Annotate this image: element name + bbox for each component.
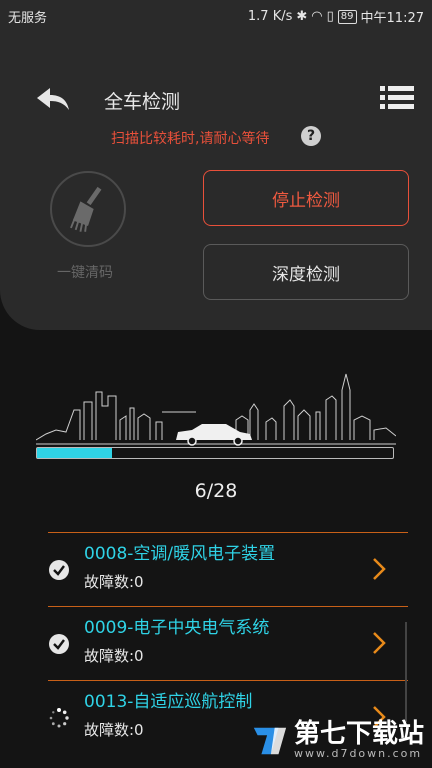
list-menu-icon[interactable] (380, 84, 414, 112)
module-name: 0009-电子中央电气系统 (84, 618, 270, 638)
broom-icon (70, 186, 102, 232)
progress-count: 6/28 (194, 480, 238, 502)
carrier-text: 无服务 (8, 11, 48, 26)
module-item[interactable]: 0009-电子中央电气系统 故障数:0 (48, 606, 408, 681)
car-icon (176, 424, 252, 446)
bluetooth-icon: ✱ (296, 9, 308, 24)
deep-detection-button[interactable]: 深度检测 (203, 244, 409, 300)
help-icon[interactable]: ? (301, 126, 321, 146)
city-skyline-illustration (36, 373, 396, 446)
status-bar: 无服务 1.7 K/s ✱ ◠ ▯ 89 中午11:27 (0, 0, 432, 30)
status-icons: 1.7 K/s ✱ ◠ ▯ 89 中午11:27 (248, 7, 424, 26)
sim-icon: ▯ (326, 9, 334, 24)
one-key-clear-button[interactable] (50, 171, 126, 247)
scan-progress-fill (37, 448, 112, 458)
battery-indicator: 89 (337, 9, 357, 24)
scrollbar[interactable] (405, 622, 407, 722)
watermark: 第七下载站 www.d7down.com (250, 721, 424, 760)
clock: 中午11:27 (360, 11, 424, 26)
watermark-url: www.d7down.com (293, 747, 423, 760)
loading-spinner-icon (49, 708, 69, 728)
d7-logo-icon (253, 727, 287, 754)
scan-progress-bar (36, 447, 394, 459)
fault-count: 故障数:0 (84, 721, 144, 739)
network-speed: 1.7 K/s (247, 9, 293, 24)
wifi-icon: ◠ (311, 9, 323, 24)
page-title: 全车检测 (104, 91, 181, 113)
scan-notice: 扫描比较耗时,请耐心等待 (111, 131, 270, 147)
one-key-clear-label: 一键清码 (57, 265, 113, 281)
control-panel: 全车检测 扫描比较耗时,请耐心等待 ? 一键清码 停止检测 深度检测 (0, 30, 432, 330)
watermark-brand: 第七下载站 (293, 719, 424, 749)
module-name: 0013-自适应巡航控制 (84, 692, 253, 712)
back-arrow-icon[interactable] (34, 86, 72, 112)
module-name: 0008-空调/暖风电子装置 (84, 544, 276, 564)
check-icon (49, 560, 69, 580)
chevron-right-icon[interactable] (372, 557, 386, 581)
stop-detection-button[interactable]: 停止检测 (203, 170, 409, 226)
fault-count: 故障数:0 (84, 647, 144, 665)
module-item[interactable]: 0008-空调/暖风电子装置 故障数:0 (48, 532, 408, 607)
fault-count: 故障数:0 (84, 573, 144, 591)
check-icon (49, 634, 69, 654)
chevron-right-icon[interactable] (372, 631, 386, 655)
